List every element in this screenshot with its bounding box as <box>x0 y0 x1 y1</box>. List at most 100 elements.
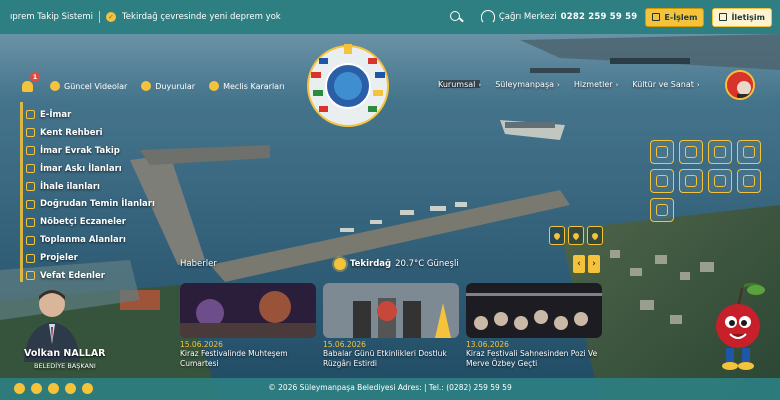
news-card[interactable]: 15.06.2026 Kiraz Festivalinde Muhteşem C… <box>180 283 316 369</box>
eislem-button[interactable]: E-İşlem <box>645 7 705 27</box>
call-center-label: Çağrı Merkezi <box>498 12 557 22</box>
menu-label: İmar Evrak Takip <box>40 145 120 156</box>
council-decisions-label: Meclis Kararları <box>223 81 285 91</box>
chart-icon <box>26 128 35 138</box>
menu-label: Projeler <box>40 253 78 264</box>
play-icon <box>50 81 60 91</box>
news-headline: Babalar Günü Etkinlikleri Dostluk Rüzgâr… <box>323 349 447 368</box>
menu-item-toplanma[interactable]: Toplanma Alanları <box>26 231 155 249</box>
menu-label: Vefat Edenler <box>40 270 105 281</box>
search-icon[interactable] <box>449 10 463 24</box>
grid-icon <box>26 235 35 245</box>
news-card[interactable]: 15.06.2026 Babalar Günü Etkinlikleri Dos… <box>323 283 459 369</box>
news-headline: Kiraz Festivalinde Muhteşem Cumartesi <box>180 349 288 368</box>
map-pin-icon[interactable] <box>549 226 565 245</box>
coins-icon[interactable] <box>708 140 732 164</box>
news-card[interactable]: 13.06.2026 Kiraz Festivali Sahnesinden P… <box>466 283 602 369</box>
nav-kultur-sanat[interactable]: Kültür ve Sanat › <box>632 80 699 89</box>
stamp-icon[interactable] <box>650 140 674 164</box>
news-cards: 15.06.2026 Kiraz Festivalinde Muhteşem C… <box>180 283 602 369</box>
news-image <box>180 283 316 338</box>
ticker-text-1: ıprem Takip Sistemi <box>10 12 94 22</box>
map-icon <box>26 110 35 120</box>
iletisim-button[interactable]: İletişim <box>712 7 772 27</box>
municipality-logo[interactable] <box>305 42 391 128</box>
document-icon <box>26 199 35 209</box>
menu-item-imar-aski[interactable]: İmar Askı İlanları <box>26 160 155 178</box>
nav-label: Kurumsal <box>438 80 476 89</box>
gavel-icon <box>209 81 220 91</box>
menu-item-kent-rehberi[interactable]: Kent Rehberi <box>26 124 155 142</box>
news-image <box>323 283 459 338</box>
menu-label: Kent Rehberi <box>40 127 103 138</box>
chevron-right-icon: › <box>557 80 560 89</box>
chevron-right-icon: › <box>478 80 482 89</box>
menu-item-eczaneler[interactable]: Nöbetçi Eczaneler <box>26 213 155 231</box>
prev-arrow-icon[interactable]: ‹ <box>573 255 585 273</box>
menu-item-imar-evrak-takip[interactable]: İmar Evrak Takip <box>26 142 155 160</box>
news-image <box>466 283 602 338</box>
shortcut-links: 1 Güncel Videolar Duyurular Meclis Karar… <box>20 72 285 94</box>
pharmacy-icon <box>26 217 35 227</box>
next-arrow-icon[interactable]: › <box>588 255 600 273</box>
ticker-divider <box>99 11 101 23</box>
news-date: 15.06.2026 <box>180 340 223 349</box>
ataturk-flag-portrait <box>725 70 755 100</box>
map-pin-icon[interactable] <box>587 226 603 245</box>
chevron-right-icon: › <box>696 80 700 89</box>
menu-label: İmar Askı İlanları <box>40 163 122 174</box>
news-date: 13.06.2026 <box>466 340 509 349</box>
angel-icon[interactable] <box>679 169 703 193</box>
menu-rail <box>20 102 23 282</box>
weather-widget: Tekirdağ 20.7°C Güneşli <box>334 258 459 270</box>
mayor-name: Volkan NALLAR <box>24 348 106 359</box>
videos-link[interactable]: Güncel Videolar <box>50 81 127 91</box>
notifications[interactable]: 1 <box>20 72 40 94</box>
cherry-mascot <box>706 282 770 374</box>
nav-kurumsal[interactable]: Kurumsal › <box>438 80 481 89</box>
document-icon <box>26 146 35 156</box>
call-center-number: 0282 259 59 59 <box>560 12 638 22</box>
eislem-label: E-İşlem <box>664 12 698 22</box>
book-icon[interactable] <box>650 169 674 193</box>
copyright-text: © 2026 Süleymanpaşa Belediyesi Adres: | … <box>268 383 512 392</box>
heart-icon[interactable] <box>737 169 761 193</box>
menu-item-e-imar[interactable]: E-İmar <box>26 106 155 124</box>
top-actions: Çağrı Merkezi 0282 259 59 59 E-İşlem İle… <box>449 0 772 34</box>
announcements-label: Duyurular <box>155 81 196 91</box>
nav-suleymanpasa[interactable]: Süleymanpaşa › <box>495 80 560 89</box>
top-bar: ıprem Takip Sistemi ✓ Tekirdağ çevresind… <box>0 0 780 34</box>
menu-label: E-İmar <box>40 109 72 120</box>
megaphone-icon <box>141 81 152 91</box>
menu-item-dogrudan-temin[interactable]: Doğrudan Temin İlanları <box>26 195 155 213</box>
earthquake-ticker[interactable]: ıprem Takip Sistemi ✓ Tekirdağ çevresind… <box>10 0 440 34</box>
document-icon <box>26 253 35 263</box>
news-nav-arrows: ‹ › <box>573 255 600 273</box>
mayor-role: BELEDİYE BAŞKANI <box>34 362 96 370</box>
person-icon <box>26 271 35 281</box>
call-center[interactable]: Çağrı Merkezi 0282 259 59 59 <box>480 10 638 24</box>
mayor-card[interactable]: Volkan NALLAR BELEDİYE BAŞKANI <box>12 282 106 378</box>
videos-label: Güncel Videolar <box>64 81 128 91</box>
nav-label: Süleymanpaşa <box>495 80 555 89</box>
quick-menu: E-İmar Kent Rehberi İmar Evrak Takip İma… <box>26 106 155 285</box>
sun-service-icon[interactable] <box>737 140 761 164</box>
main-nav: Kurumsal › Süleymanpaşa › Hizmetler › Kültü… <box>438 80 700 89</box>
wheat-icon[interactable] <box>650 198 674 222</box>
bell-icon <box>22 81 33 92</box>
phone-icon <box>719 13 728 21</box>
menu-item-ihale[interactable]: İhale ilanları <box>26 178 155 196</box>
menu-item-projeler[interactable]: Projeler <box>26 249 155 267</box>
map-pins <box>549 226 603 245</box>
announcements-link[interactable]: Duyurular <box>141 81 195 91</box>
menu-label: İhale ilanları <box>40 181 100 192</box>
council-decisions-link[interactable]: Meclis Kararları <box>209 81 285 91</box>
news-headline: Kiraz Festivali Sahnesinden Pozi Ve Merv… <box>466 349 598 368</box>
chevron-right-icon: › <box>615 80 619 89</box>
wheelchair-icon[interactable] <box>708 169 732 193</box>
nav-hizmetler[interactable]: Hizmetler › <box>574 80 619 89</box>
map-pin-icon[interactable] <box>568 226 584 245</box>
notification-badge: 1 <box>30 72 40 82</box>
menu-label: Nöbetçi Eczaneler <box>40 217 126 228</box>
medal-icon[interactable] <box>679 140 703 164</box>
